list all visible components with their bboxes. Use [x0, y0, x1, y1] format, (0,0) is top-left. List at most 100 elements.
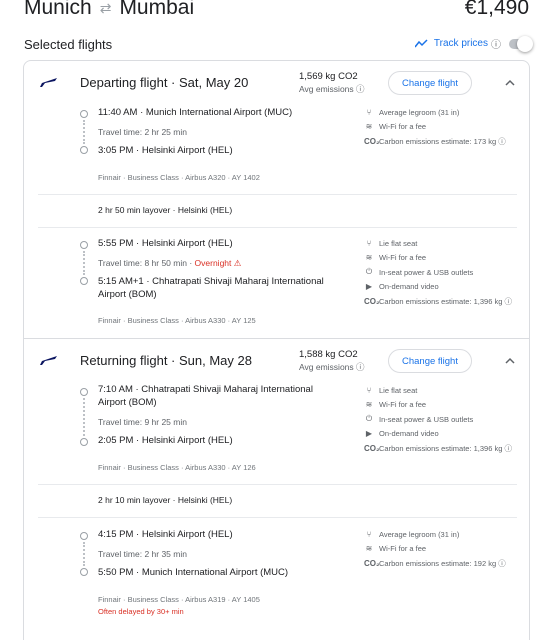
returning-header[interactable]: Returning flight · Sun, May 28 1,588 kg … [24, 339, 531, 383]
warning-icon: ⚠ [233, 258, 242, 268]
departing-title: Departing flight · Sat, May 20 [80, 75, 249, 90]
departure-line: 7:10 AM · Chhatrapati Shivaji Maharaj In… [98, 384, 313, 408]
selected-flights-heading: Selected flights [24, 37, 113, 52]
seat-icon: ⑂ [366, 238, 372, 248]
amenities: ⑂ Average legroom (31 in) ≋ Wi-Fi for a fe… [364, 105, 529, 149]
dep-dot [80, 388, 88, 396]
departure-line: 5:55 PM · Helsinki Airport (HEL) [98, 238, 233, 249]
amenity-label: Lie flat seat [379, 238, 418, 248]
wifi-icon: ≋ [365, 122, 373, 132]
wifi-icon: ≋ [365, 544, 373, 554]
departure-line: 11:40 AM · Munich International Airport … [98, 107, 293, 118]
flight-meta: Finnair · Business Class · Airbus A330 ·… [98, 463, 256, 472]
amenities: ⑂ Lie flat seat ≋ Wi-Fi for a fee ⏻ In-seat… [364, 236, 529, 309]
amenity: ≋ Wi-Fi for a fee [364, 120, 529, 135]
chevron-up-icon[interactable] [502, 353, 518, 369]
arrival-line: 5:15 AM+1 · Chhatrapati Shivaji Maharaj … [98, 276, 324, 300]
amenity-label: Average legroom (31 in) [379, 107, 460, 117]
overnight-label: Overnight [194, 258, 232, 268]
divider [38, 227, 517, 228]
page-header: Munich ⇄ Mumbai €1,490 [0, 0, 549, 28]
arr-dot [80, 438, 88, 446]
amenity-label: On-demand video [379, 429, 439, 439]
co2-icon: CO₂ [364, 558, 380, 568]
destination-city: Mumbai [119, 0, 195, 19]
arr-dot [80, 277, 88, 285]
amenity: ⏻ In-seat power & USB outlets [364, 265, 529, 280]
returning-layover: 2 hr 10 min layover · Helsinki (HEL) [98, 495, 233, 505]
dotted-line [83, 542, 85, 566]
track-prices-label: Track prices [433, 38, 488, 49]
track-prices[interactable]: Track prices ⓘ [414, 35, 533, 52]
amenity-label: Carbon emissions estimate: 173 kg ⓘ [379, 136, 506, 146]
amenity-label: In-seat power & USB outlets [379, 267, 474, 277]
travel-time-row: Travel time: 8 hr 50 min · Overnight ⚠ [98, 258, 241, 269]
chevron-up-icon[interactable] [502, 75, 518, 91]
returning-co2: 1,588 kg CO2 Avg emissions ⓘ [299, 348, 365, 374]
arr-dot [80, 568, 88, 576]
amenity-label: On-demand video [379, 282, 439, 292]
departing-header[interactable]: Departing flight · Sat, May 20 1,569 kg … [24, 61, 531, 105]
dep-dot [80, 241, 88, 249]
departing-co2: 1,569 kg CO2 Avg emissions ⓘ [299, 70, 365, 96]
co2-sub: Avg emissions ⓘ [299, 362, 365, 372]
trend-icon [414, 39, 428, 48]
amenity-label: In-seat power & USB outlets [379, 414, 474, 424]
co2-icon: CO₂ [364, 136, 380, 146]
amenity: ≋ Wi-Fi for a fee [364, 251, 529, 266]
change-departing-flight-button[interactable]: Change flight [388, 71, 472, 95]
co2-value: 1,588 kg CO2 [299, 349, 358, 360]
info-icon[interactable]: ⓘ [491, 36, 501, 51]
amenity: CO₂ Carbon emissions estimate: 1,396 kg ⓘ [364, 441, 529, 456]
amenity-label: Carbon emissions estimate: 1,396 kg ⓘ [379, 296, 512, 306]
dep-dot [80, 532, 88, 540]
arrival-line: 5:50 PM · Munich International Airport (… [98, 567, 289, 578]
amenity: CO₂ Carbon emissions estimate: 173 kg ⓘ [364, 134, 529, 149]
divider [38, 194, 517, 195]
co2-value: 1,569 kg CO2 [299, 71, 358, 82]
delay-warning: Often delayed by 30+ min [98, 607, 184, 616]
amenity-label: Wi-Fi for a fee [379, 544, 427, 554]
finnair-logo-icon [39, 78, 57, 87]
travel-time: Travel time: 9 hr 25 min [98, 417, 187, 427]
amenities: ⑂ Lie flat seat ≋ Wi-Fi for a fee ⏻ In-seat… [364, 383, 529, 456]
track-prices-toggle[interactable] [509, 35, 533, 52]
departing-layover: 2 hr 50 min layover · Helsinki (HEL) [98, 205, 233, 215]
dep-dot [80, 110, 88, 118]
power-icon: ⏻ [365, 414, 373, 424]
finnair-logo-icon [39, 356, 57, 365]
amenity: ⑂ Average legroom (31 in) [364, 527, 529, 542]
amenity-label: Lie flat seat [379, 385, 418, 395]
dotted-line [83, 251, 85, 275]
co2-icon: CO₂ [364, 296, 380, 306]
power-icon: ⏻ [365, 267, 373, 277]
amenity: ≋ Wi-Fi for a fee [364, 398, 529, 413]
flight-meta: Finnair · Business Class · Airbus A330 ·… [98, 316, 256, 325]
amenity-label: Wi-Fi for a fee [379, 253, 427, 263]
amenity-label: Average legroom (31 in) [379, 529, 460, 539]
co2-sub: Avg emissions ⓘ [299, 84, 365, 94]
amenity: ≋ Wi-Fi for a fee [364, 542, 529, 557]
amenities: ⑂ Average legroom (31 in) ≋ Wi-Fi for a fe… [364, 527, 529, 571]
divider [38, 484, 517, 485]
dotted-line [83, 398, 85, 436]
wifi-icon: ≋ [365, 253, 373, 263]
total-price: €1,490 [464, 0, 529, 19]
seat-icon: ⑂ [366, 107, 372, 117]
seat-icon: ⑂ [366, 385, 372, 395]
wifi-icon: ≋ [365, 400, 373, 410]
arrival-line: 2:05 PM · Helsinki Airport (HEL) [98, 435, 233, 446]
travel-time: Travel time: 2 hr 35 min [98, 549, 187, 559]
amenity-label: Carbon emissions estimate: 192 kg ⓘ [379, 558, 506, 568]
amenity: CO₂ Carbon emissions estimate: 192 kg ⓘ [364, 556, 529, 571]
arr-dot [80, 146, 88, 154]
amenity: CO₂ Carbon emissions estimate: 1,396 kg ⓘ [364, 294, 529, 309]
selected-flights-card: Departing flight · Sat, May 20 1,569 kg … [23, 60, 530, 640]
amenity-label: Carbon emissions estimate: 1,396 kg ⓘ [379, 443, 512, 453]
travel-time: Travel time: 2 hr 25 min [98, 127, 187, 137]
travel-time: Travel time: 8 hr 50 min · [98, 258, 193, 268]
change-returning-flight-button[interactable]: Change flight [388, 349, 472, 373]
origin-city: Munich [24, 0, 92, 19]
amenity-label: Wi-Fi for a fee [379, 122, 427, 132]
amenity: ▶ On-demand video [364, 280, 529, 295]
